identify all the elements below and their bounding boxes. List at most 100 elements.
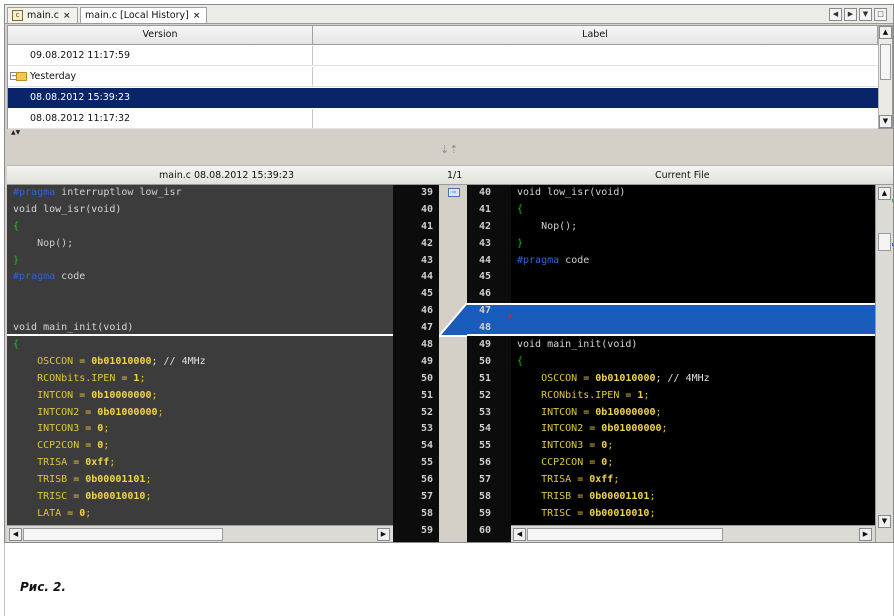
diff-connector-shape bbox=[439, 302, 467, 337]
code-token: Nop(); bbox=[13, 237, 74, 249]
line-number: 49 bbox=[479, 339, 492, 351]
code-token: TRISC = bbox=[517, 507, 590, 519]
history-scrollbar[interactable]: ▲ ▼ bbox=[878, 26, 892, 128]
line-number: 54 bbox=[479, 423, 492, 435]
scroll-up-icon[interactable]: ▲ bbox=[878, 187, 891, 200]
scroll-right-icon[interactable]: ▶ bbox=[859, 528, 872, 541]
line-number: 47 bbox=[420, 322, 433, 334]
code-token: ; bbox=[649, 491, 656, 503]
tab-list-icon[interactable]: ▼ bbox=[859, 8, 872, 21]
code-token: code bbox=[55, 271, 86, 283]
line-number: 51 bbox=[420, 389, 433, 401]
code-line: { bbox=[511, 202, 875, 219]
code-token: { bbox=[13, 339, 20, 351]
line-number: 57 bbox=[420, 491, 433, 503]
label-cell bbox=[313, 67, 878, 86]
label-cell bbox=[313, 88, 878, 107]
code-line: INTCON2 = 0b01000000; bbox=[511, 421, 875, 438]
code-token: { bbox=[517, 203, 524, 215]
code-token: ; bbox=[139, 372, 146, 384]
close-icon[interactable]: × bbox=[193, 11, 201, 21]
code-token: } bbox=[13, 254, 20, 266]
scroll-thumb[interactable] bbox=[880, 44, 891, 80]
table-row[interactable]: 09.08.2012 11:17:59 bbox=[8, 46, 878, 66]
scroll-up-icon[interactable]: ▲ bbox=[879, 26, 892, 39]
swap-arrows-icon[interactable]: ⇣⇡ bbox=[440, 143, 458, 156]
version-cell: 08.08.2012 11:17:32 bbox=[8, 109, 313, 128]
scroll-right-icon[interactable]: ▶ bbox=[844, 8, 857, 21]
column-header-label[interactable]: Label bbox=[313, 26, 878, 45]
code-token: ; bbox=[103, 423, 110, 435]
close-icon[interactable]: × bbox=[63, 11, 71, 21]
code-line: TRISA = 0xff; bbox=[511, 472, 875, 489]
code-token: TRISC = bbox=[13, 491, 86, 503]
code-line: } bbox=[7, 253, 393, 270]
line-number: 52 bbox=[479, 389, 492, 401]
line-number: 55 bbox=[479, 440, 492, 452]
code-line: #pragma code bbox=[7, 269, 393, 286]
line-number: 52 bbox=[420, 406, 433, 418]
left-horizontal-scrollbar[interactable]: ◀ ▶ bbox=[7, 525, 393, 542]
right-vertical-scrollbar[interactable]: ▲ ▼ bbox=[875, 185, 893, 542]
table-row-selected[interactable]: 08.08.2012 15:39:23 bbox=[8, 88, 878, 108]
code-token: TRISA = bbox=[517, 474, 590, 486]
line-number: 54 bbox=[420, 440, 433, 452]
column-header-version[interactable]: Version bbox=[8, 26, 313, 45]
line-number: 42 bbox=[479, 220, 492, 232]
code-token: ; bbox=[661, 423, 668, 435]
history-table: Version Label 09.08.2012 11:17:59 − Yest… bbox=[7, 25, 893, 129]
line-number: 40 bbox=[420, 203, 433, 215]
code-line: { bbox=[511, 354, 875, 371]
code-token: TRISA = bbox=[13, 457, 86, 469]
code-line: Nop(); bbox=[511, 219, 875, 236]
scroll-left-icon[interactable]: ◀ bbox=[9, 528, 22, 541]
left-line-numbers: 39 40 41 42 43 44 45 46 47 48 49 50 51 52 53 54 55 56 57 58… bbox=[393, 185, 439, 542]
group-row-yesterday[interactable]: − Yesterday bbox=[8, 67, 878, 87]
scroll-down-icon[interactable]: ▼ bbox=[879, 115, 892, 128]
code-token: OSCCON = bbox=[517, 372, 596, 384]
line-number: 51 bbox=[479, 372, 492, 384]
code-token: INTCON3 = bbox=[13, 423, 98, 435]
code-token: RCONbits.IPEN = bbox=[517, 389, 638, 401]
code-line: void main_init(void) bbox=[511, 337, 875, 354]
scroll-thumb[interactable] bbox=[527, 528, 723, 541]
code-token: ; bbox=[151, 389, 158, 401]
code-token: 0b00001101 bbox=[589, 491, 650, 503]
scroll-thumb[interactable] bbox=[23, 528, 223, 541]
line-number: 41 bbox=[479, 203, 492, 215]
scroll-thumb[interactable] bbox=[878, 233, 891, 251]
tab-local-history[interactable]: main.c [Local History] × bbox=[80, 7, 208, 23]
code-token: 0b01000000 bbox=[97, 406, 158, 418]
scroll-down-icon[interactable]: ▼ bbox=[878, 515, 891, 528]
right-code-pane[interactable]: void low_isr(void) { Nop();} #pragma code v… bbox=[511, 185, 875, 525]
table-row[interactable]: 08.08.2012 11:17:32 bbox=[8, 109, 878, 129]
scroll-left-icon[interactable]: ◀ bbox=[829, 8, 842, 21]
maximize-icon[interactable]: □ bbox=[874, 8, 887, 21]
scroll-right-icon[interactable]: ▶ bbox=[377, 528, 390, 541]
folder-icon[interactable]: − bbox=[10, 71, 27, 82]
code-line: INTCON3 = 0; bbox=[7, 421, 393, 438]
scroll-left-icon[interactable]: ◀ bbox=[513, 528, 526, 541]
code-token: ; bbox=[109, 457, 116, 469]
code-token: 0b00010010 bbox=[85, 491, 146, 503]
splitter[interactable]: ▲▼ ⇣⇡ bbox=[7, 129, 893, 164]
left-code-pane[interactable]: #pragma interruptlow low_isr void low_isr… bbox=[7, 185, 393, 525]
group-cell: − Yesterday bbox=[8, 67, 313, 86]
tab-main-c[interactable]: c main.c × bbox=[7, 7, 78, 23]
line-number: 39 bbox=[420, 187, 433, 198]
code-line: { bbox=[7, 337, 393, 354]
right-horizontal-scrollbar[interactable]: ◀ ▶ bbox=[511, 525, 875, 542]
line-number: 44 bbox=[420, 271, 433, 283]
code-line: INTCON2 = 0b01000000; bbox=[7, 405, 393, 422]
code-token: code bbox=[559, 254, 590, 266]
line-number: 48 bbox=[420, 339, 433, 351]
right-file-title: Current File bbox=[655, 170, 710, 181]
code-line: RCONbits.IPEN = 1; bbox=[511, 388, 875, 405]
diff-header: main.c 08.08.2012 15:39:23 1/1 Current F… bbox=[7, 165, 893, 185]
resize-handle-icon[interactable]: ▲▼ bbox=[11, 129, 20, 136]
line-number: 48 bbox=[479, 322, 492, 334]
code-line: LATA = 0; bbox=[7, 506, 393, 523]
